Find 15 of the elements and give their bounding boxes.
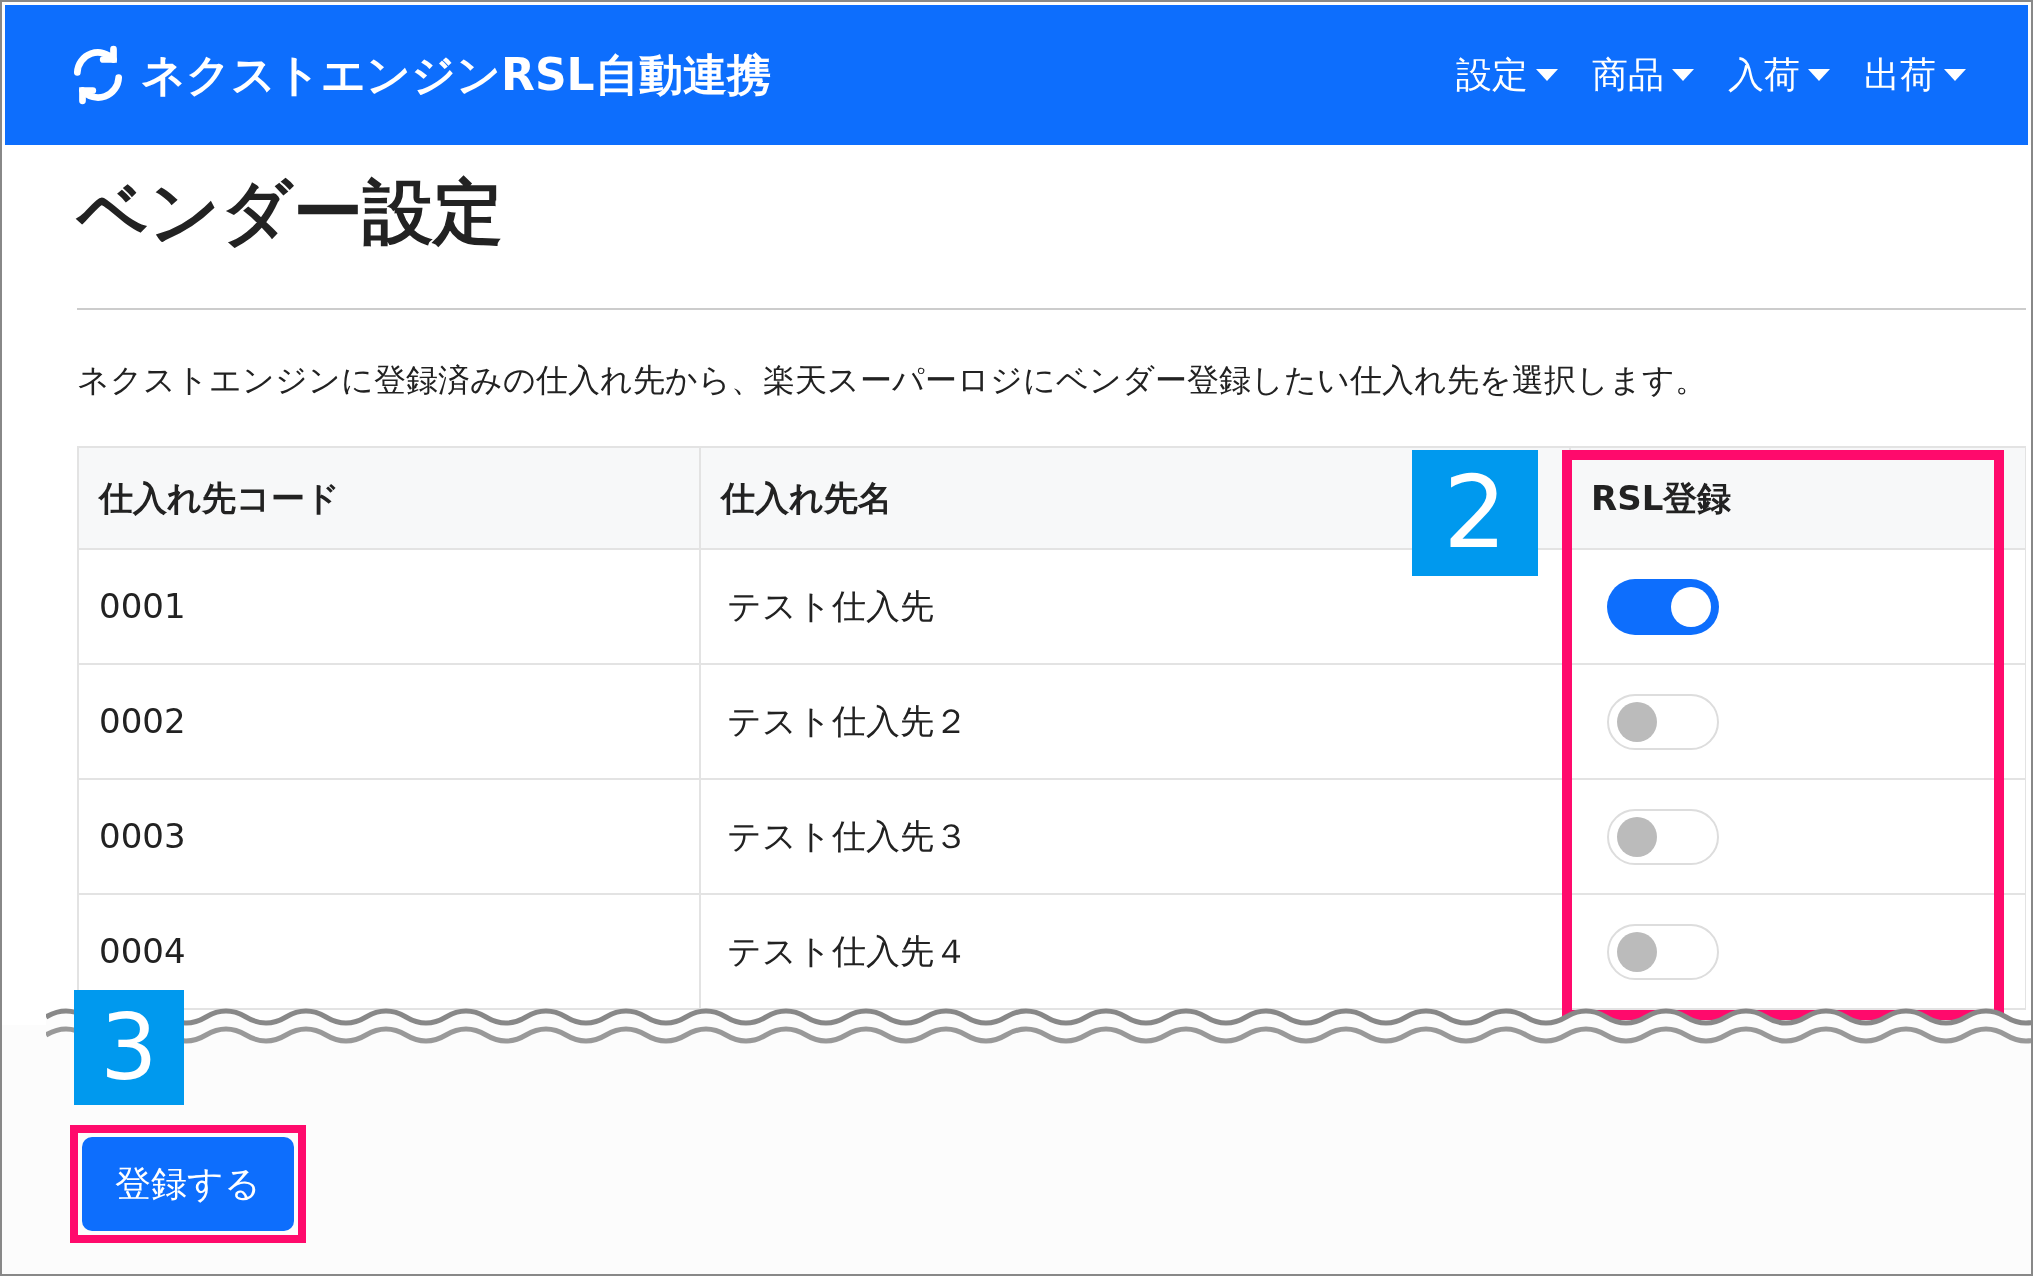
column-header: 仕入れ先コード [78,447,700,549]
page-title: ベンダー設定 [77,170,504,255]
table-cell: 0003 [78,779,700,894]
description-text: ネクストエンジンに登録済みの仕入れ先から、楽天スーパーロジにベンダー登録したい仕入れ先を選択します。 [77,360,1708,401]
table-cell: 0002 [78,664,700,779]
app-title: ネクストエンジンRSL自動連携 [141,48,771,102]
table-cell: 0001 [78,549,700,664]
step-badge: 2 [1412,450,1538,576]
nav-dropdown[interactable]: 設定 [1456,48,1558,102]
nav-dropdown[interactable]: 出荷 [1864,48,1966,102]
nav-dropdown[interactable]: 入荷 [1728,48,1830,102]
column-header: RSL登録 [1570,447,2026,549]
step-badge: 3 [74,990,184,1105]
submit-button[interactable]: 登録する [82,1137,294,1231]
nav-dropdown[interactable]: 商品 [1592,48,1694,102]
